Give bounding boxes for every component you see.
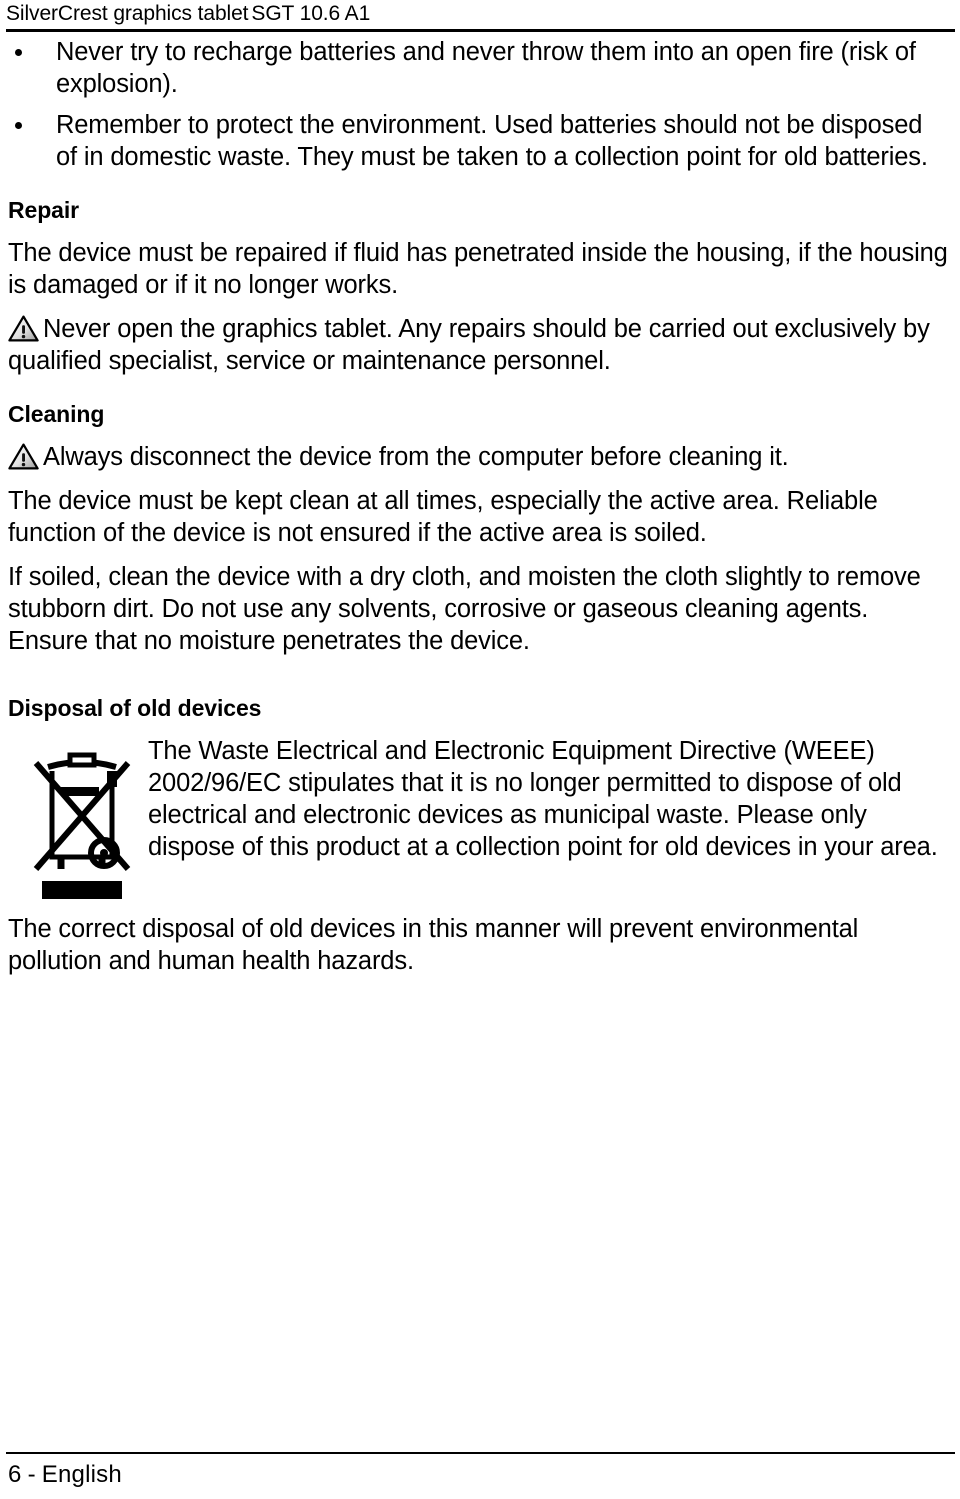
repair-warning-paragraph: Never open the graphics tablet. Any repa… — [8, 313, 949, 377]
document-page: SilverCrest graphics tablet SGT 10.6 A1 N… — [0, 0, 960, 1499]
section-heading-repair: Repair — [8, 197, 79, 223]
bullet-text: Remember to protect the environment. Use… — [56, 111, 928, 171]
bullet-text: Never try to recharge batteries and neve… — [56, 38, 916, 98]
section-heading-cleaning: Cleaning — [8, 401, 105, 427]
battery-safety-bullet-list: Never try to recharge batteries and neve… — [8, 36, 949, 173]
footer-separator: - — [27, 1461, 36, 1488]
page-footer: 6- English — [8, 1460, 122, 1490]
crossed-out-wheelie-bin-icon — [8, 735, 138, 901]
warning-triangle-icon — [8, 315, 39, 342]
warning-triangle-icon — [8, 443, 39, 470]
footer-divider-rule — [6, 1452, 955, 1454]
bullet-dot-icon — [15, 49, 22, 56]
footer-page-number: 6 — [8, 1461, 22, 1488]
page-content: Never try to recharge batteries and neve… — [8, 36, 949, 977]
repair-paragraph: The device must be repaired if fluid has… — [8, 239, 948, 299]
cleaning-paragraph-2: If soiled, clean the device with a dry c… — [8, 563, 921, 655]
bullet-dot-icon — [15, 122, 22, 129]
cleaning-warning-text: Always disconnect the device from the co… — [43, 443, 789, 471]
weee-directive-paragraph: The Waste Electrical and Electronic Equi… — [148, 737, 938, 861]
repair-warning-text: Never open the graphics tablet. Any repa… — [8, 315, 930, 375]
footer-language: English — [41, 1461, 122, 1488]
disposal-closing-paragraph: The correct disposal of old devices in t… — [8, 915, 859, 975]
list-item: Never try to recharge batteries and neve… — [8, 36, 949, 100]
header-model-number: SGT 10.6 A1 — [251, 2, 371, 25]
cleaning-warning-paragraph: Always disconnect the device from the co… — [8, 441, 949, 473]
header-product-name: SilverCrest graphics tablet — [6, 2, 249, 25]
weee-notice-block: The Waste Electrical and Electronic Equi… — [8, 735, 949, 901]
cleaning-paragraph-1: The device must be kept clean at all tim… — [8, 487, 878, 547]
header-divider-rule — [6, 29, 955, 32]
running-header: SilverCrest graphics tablet SGT 10.6 A1 — [6, 2, 954, 26]
list-item: Remember to protect the environment. Use… — [8, 109, 949, 173]
section-heading-disposal: Disposal of old devices — [8, 695, 262, 721]
